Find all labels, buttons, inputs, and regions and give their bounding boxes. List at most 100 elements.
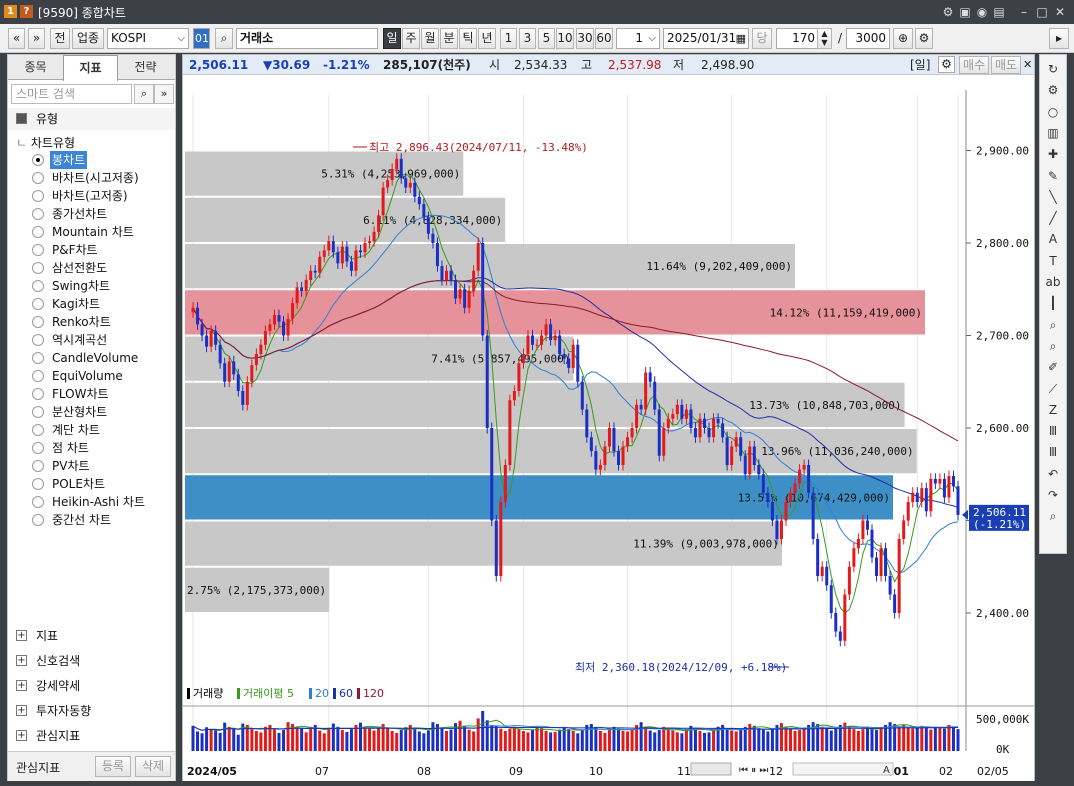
minute-button-30[interactable]: 30 [576, 28, 594, 49]
radio-icon[interactable] [32, 424, 44, 436]
indicator-group[interactable]: + 지표 [8, 625, 175, 647]
settings-icon[interactable]: ⚙ [915, 28, 933, 49]
radio-icon[interactable] [32, 406, 44, 418]
undo-icon[interactable]: ↶ [1040, 464, 1066, 484]
expand-icon[interactable]: + [16, 630, 27, 641]
sector-button[interactable]: 업종 [72, 28, 104, 49]
playback-controls[interactable]: ⏮ ⏸ ⏭ [739, 765, 768, 776]
redo-icon[interactable]: ↷ [1040, 485, 1066, 505]
period-button-2[interactable]: 월 [421, 28, 439, 49]
period-button-5[interactable]: 년 [478, 28, 496, 49]
line2-icon[interactable]: ╱ [1040, 208, 1066, 228]
minute-button-10[interactable]: 10 [556, 28, 574, 49]
max-count-field[interactable]: 3000 [846, 28, 890, 49]
panel-toggle-icon[interactable]: ▸ [1049, 28, 1069, 49]
next-button[interactable]: » [28, 28, 45, 49]
radio-icon[interactable] [32, 370, 44, 382]
text-icon[interactable]: T [1040, 251, 1066, 271]
expand-icon[interactable]: + [16, 655, 27, 666]
price-chart[interactable]: 5.31% (4,253,969,000)6.11% (4,828,334,00… [183, 75, 1034, 781]
search-icon[interactable]: ⌕ [215, 28, 233, 49]
indicator-group[interactable]: + 신호검색 [8, 650, 175, 672]
trend-icon[interactable]: ⟋ [1040, 379, 1066, 399]
minute-button-5[interactable]: 5 [538, 28, 555, 49]
radio-icon[interactable] [32, 208, 44, 220]
minute-button-3[interactable]: 3 [519, 28, 536, 49]
radio-icon[interactable] [32, 280, 44, 292]
radio-icon[interactable] [32, 244, 44, 256]
section-type[interactable]: 유형 [8, 108, 175, 130]
radio-icon[interactable] [32, 388, 44, 400]
code-badge[interactable]: 01 [193, 28, 210, 49]
tab-stock[interactable]: 종목 [8, 55, 63, 80]
index-select[interactable]: KOSPI ⌵ [107, 28, 189, 49]
radio-icon[interactable] [32, 478, 44, 490]
bars2-icon[interactable]: Ⅲ [1040, 442, 1066, 462]
help-icon[interactable]: ? [20, 5, 33, 18]
period-button-4[interactable]: 틱 [459, 28, 477, 49]
candle-icon[interactable]: ┃ [1040, 293, 1066, 313]
register-button[interactable]: 등록 [95, 756, 131, 777]
calendar-icon[interactable]: ▦ [736, 29, 746, 48]
radio-icon[interactable] [32, 460, 44, 472]
search-icon[interactable]: ⌕ [1040, 506, 1066, 526]
radio-icon[interactable] [32, 514, 44, 526]
zoom-plus-icon[interactable]: ⊕ [893, 28, 913, 49]
chart-icon[interactable]: ▥ [1040, 123, 1066, 143]
period-button-3[interactable]: 분 [440, 28, 458, 49]
draw-icon[interactable]: ✐ [1040, 357, 1066, 377]
buy-button[interactable]: 매수 [959, 56, 989, 74]
tab-indicator[interactable]: 지표 [63, 55, 118, 81]
z-icon[interactable]: Z [1040, 400, 1066, 420]
current-button[interactable]: 당 [752, 28, 772, 49]
cross-icon[interactable]: ✚ [1040, 144, 1066, 164]
radio-icon[interactable] [32, 190, 44, 202]
restore-icon[interactable]: ▣ [957, 4, 973, 20]
expand-icon[interactable]: + [16, 705, 27, 716]
radio-icon[interactable] [32, 298, 44, 310]
abc-icon[interactable]: ab [1040, 272, 1066, 292]
radio-icon[interactable] [32, 352, 44, 364]
expand-icon[interactable]: + [16, 680, 27, 691]
delete-button[interactable]: 삭제 [135, 756, 171, 777]
radio-icon[interactable] [32, 172, 44, 184]
refresh-icon[interactable]: ↻ [1040, 59, 1066, 79]
indicator-group[interactable]: + 강세약세 [8, 675, 175, 697]
zoom-icon[interactable]: ⌕ [1040, 315, 1066, 335]
smart-search-input[interactable]: 스마트 검색 [11, 84, 132, 104]
zoom2-icon[interactable]: ⌕ [1040, 336, 1066, 356]
expand-icon[interactable]: » [154, 84, 174, 104]
gear-icon[interactable]: ⚙ [938, 56, 955, 73]
gear-icon[interactable]: ⚙ [940, 4, 956, 20]
pen-icon[interactable]: ✎ [1040, 166, 1066, 186]
all-button[interactable]: 전 [50, 28, 70, 49]
unit-value-select[interactable]: 1 ⌵ [616, 28, 660, 49]
search-icon[interactable]: ⌕ [134, 84, 154, 104]
radio-icon[interactable] [32, 154, 44, 166]
sell-button[interactable]: 매도 [991, 56, 1021, 74]
tab-strategy[interactable]: 전략 [118, 55, 173, 80]
indicator-group[interactable]: + 관심지표 [8, 725, 175, 747]
radio-icon[interactable] [32, 316, 44, 328]
date-field[interactable]: 2025/01/31 ▦ [663, 28, 749, 49]
line1-icon[interactable]: ╲ [1040, 187, 1066, 207]
market-field[interactable]: 거래소 [236, 28, 378, 49]
close-icon[interactable]: ✕ [1023, 55, 1032, 75]
camera-icon[interactable]: ◉ [974, 4, 990, 20]
close-icon[interactable]: ✕ [1052, 4, 1068, 20]
radio-icon[interactable] [32, 496, 44, 508]
lock-icon[interactable]: ▤ [991, 4, 1007, 20]
minute-button-1[interactable]: 1 [500, 28, 517, 49]
prev-button[interactable]: « [8, 28, 25, 49]
scroll-thumb[interactable] [690, 762, 732, 776]
circle-icon[interactable]: ○ [1040, 102, 1066, 122]
indicator-group[interactable]: + 투자자동향 [8, 700, 175, 722]
radio-icon[interactable] [32, 334, 44, 346]
maximize-icon[interactable]: □ [1034, 4, 1050, 20]
bars-icon[interactable]: Ⅲ [1040, 421, 1066, 441]
period-button-0[interactable]: 일 [383, 28, 401, 49]
auto-icon[interactable]: A [1040, 229, 1066, 249]
minimize-icon[interactable]: – [1016, 4, 1032, 20]
radio-icon[interactable] [32, 226, 44, 238]
radio-icon[interactable] [32, 442, 44, 454]
